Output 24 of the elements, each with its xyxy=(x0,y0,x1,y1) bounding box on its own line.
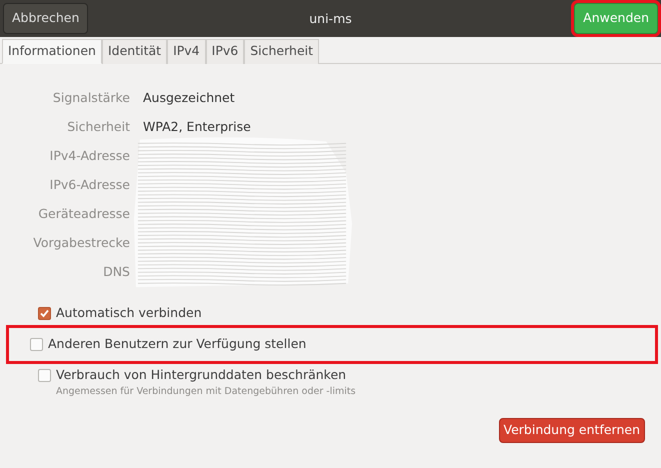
detail-label: Sicherheit xyxy=(66,118,130,136)
cancel-button[interactable]: Abbrechen xyxy=(3,3,88,34)
checkbox[interactable] xyxy=(38,306,51,320)
option-hint: Angemessen für Verbindungen mit Datengebühren oder -limits xyxy=(56,385,356,399)
remove-connection-button[interactable]: Verbindung entfernen xyxy=(498,418,645,443)
detail-value: Ausgezeichnet xyxy=(143,88,235,107)
window-title: uni-ms xyxy=(309,10,352,28)
checkbox[interactable] xyxy=(38,369,51,382)
detail-label: IPv4-Adresse xyxy=(48,146,130,165)
detail-label: DNS xyxy=(102,262,130,281)
tab[interactable]: IPv4 xyxy=(167,39,206,64)
checkbox[interactable] xyxy=(30,338,43,350)
tab[interactable]: IPv6 xyxy=(206,39,244,64)
detail-label: Signalstärke xyxy=(52,88,130,107)
detail-label: Vorgabestrecke xyxy=(32,234,130,252)
option-label: Automatisch verbinden xyxy=(56,304,202,322)
tab[interactable]: Informationen xyxy=(2,39,102,64)
option-label: Verbrauch von Hintergrunddaten beschränken xyxy=(56,366,348,384)
tab[interactable]: Sicherheit xyxy=(244,39,320,64)
detail-label: IPv6-Adresse xyxy=(48,176,130,194)
detail-value: WPA2, Enterprise xyxy=(143,118,251,136)
option-label: Anderen Benutzern zur Verfügung stellen xyxy=(48,334,306,353)
detail-label: Geräteadresse xyxy=(37,204,130,223)
tab[interactable]: Identität xyxy=(102,39,168,64)
